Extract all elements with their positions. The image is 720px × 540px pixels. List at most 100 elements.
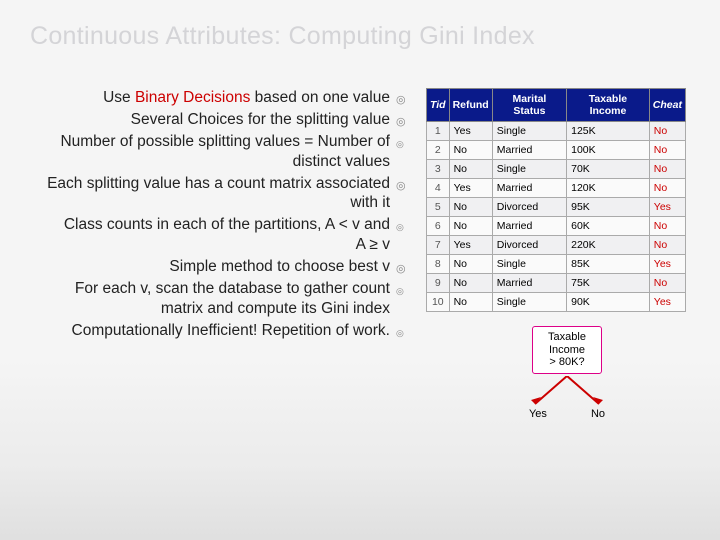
main-bullet-icon: ◎ bbox=[396, 110, 418, 130]
table-cell: No bbox=[649, 160, 685, 179]
table-cell: 125K bbox=[567, 122, 650, 141]
table-cell: 8 bbox=[427, 255, 450, 274]
sub-bullet-icon: ◎ bbox=[396, 132, 418, 172]
table-cell: 100K bbox=[567, 141, 650, 160]
bullet-item: Use Binary Decisions based on one value◎ bbox=[28, 88, 418, 108]
table-cell: Married bbox=[492, 217, 566, 236]
table-cell: No bbox=[449, 274, 492, 293]
table-cell: 85K bbox=[567, 255, 650, 274]
table-header: Taxable Income bbox=[567, 89, 650, 122]
table-cell: Yes bbox=[449, 179, 492, 198]
bullet-text: Simple method to choose best v bbox=[28, 257, 396, 277]
decision-line1: Taxable bbox=[535, 331, 599, 344]
table-header: Refund bbox=[449, 89, 492, 122]
table-cell: No bbox=[649, 141, 685, 160]
table-cell: No bbox=[449, 141, 492, 160]
table-row: 4YesMarried120KNo bbox=[427, 179, 686, 198]
table-cell: Married bbox=[492, 179, 566, 198]
table-row: 8NoSingle85KYes bbox=[427, 255, 686, 274]
table-cell: 4 bbox=[427, 179, 450, 198]
table-cell: Yes bbox=[449, 236, 492, 255]
table-cell: 90K bbox=[567, 293, 650, 312]
table-row: 6NoMarried60KNo bbox=[427, 217, 686, 236]
table-row: 3NoSingle70KNo bbox=[427, 160, 686, 179]
table-cell: No bbox=[649, 236, 685, 255]
table-cell: 9 bbox=[427, 274, 450, 293]
bullet-item: Each splitting value has a count matrix … bbox=[28, 174, 418, 214]
table-cell: 75K bbox=[567, 274, 650, 293]
table-cell: 2 bbox=[427, 141, 450, 160]
bullet-text: Computationally Inefficient! Repetition … bbox=[58, 321, 396, 341]
bullet-item: Class counts in each of the partitions, … bbox=[28, 215, 418, 255]
table-cell: Single bbox=[492, 293, 566, 312]
table-row: 7YesDivorced220KNo bbox=[427, 236, 686, 255]
sub-bullet-icon: ◎ bbox=[396, 279, 418, 319]
table-cell: 1 bbox=[427, 122, 450, 141]
table-row: 2NoMarried100KNo bbox=[427, 141, 686, 160]
table-cell: No bbox=[449, 160, 492, 179]
bullet-item: Computationally Inefficient! Repetition … bbox=[28, 321, 418, 341]
bullet-item: Number of possible splitting values = Nu… bbox=[28, 132, 418, 172]
table-cell: 70K bbox=[567, 160, 650, 179]
slide-title: Continuous Attributes: Computing Gini In… bbox=[30, 22, 535, 51]
main-bullet-icon: ◎ bbox=[396, 257, 418, 277]
table-cell: Single bbox=[492, 255, 566, 274]
table-header: Marital Status bbox=[492, 89, 566, 122]
bullet-text: Class counts in each of the partitions, … bbox=[58, 215, 396, 255]
table-cell: No bbox=[449, 255, 492, 274]
table-row: 9NoMarried75KNo bbox=[427, 274, 686, 293]
data-table: TidRefundMarital StatusTaxable IncomeChe… bbox=[426, 88, 686, 312]
bullet-item: Several Choices for the splitting value◎ bbox=[28, 110, 418, 130]
table-cell: 6 bbox=[427, 217, 450, 236]
bullet-text: Number of possible splitting values = Nu… bbox=[58, 132, 396, 172]
decision-outcomes: Yes No bbox=[426, 408, 708, 420]
table-row: 5NoDivorced95KYes bbox=[427, 198, 686, 217]
table-cell: No bbox=[649, 217, 685, 236]
bullet-text: Use Binary Decisions based on one value bbox=[28, 88, 396, 108]
table-cell: Yes bbox=[649, 255, 685, 274]
slide-content: Use Binary Decisions based on one value◎… bbox=[0, 88, 720, 420]
table-cell: Divorced bbox=[492, 236, 566, 255]
bullet-text: For each v, scan the database to gather … bbox=[58, 279, 396, 319]
table-cell: 60K bbox=[567, 217, 650, 236]
table-row: 10NoSingle90KYes bbox=[427, 293, 686, 312]
table-cell: Yes bbox=[649, 198, 685, 217]
table-cell: Married bbox=[492, 274, 566, 293]
table-cell: 7 bbox=[427, 236, 450, 255]
table-row: 1YesSingle125KNo bbox=[427, 122, 686, 141]
table-cell: 10 bbox=[427, 293, 450, 312]
decision-arrows bbox=[426, 376, 708, 410]
outcome-no: No bbox=[591, 408, 605, 420]
main-bullet-icon: ◎ bbox=[396, 88, 418, 108]
main-bullet-icon: ◎ bbox=[396, 174, 418, 214]
table-cell: Married bbox=[492, 141, 566, 160]
table-cell: Yes bbox=[649, 293, 685, 312]
decision-line3: > 80K? bbox=[535, 356, 599, 369]
table-cell: Divorced bbox=[492, 198, 566, 217]
table-cell: No bbox=[649, 122, 685, 141]
bullet-text: Each splitting value has a count matrix … bbox=[28, 174, 396, 214]
table-header: Tid bbox=[427, 89, 450, 122]
table-cell: No bbox=[649, 274, 685, 293]
bullet-item: For each v, scan the database to gather … bbox=[28, 279, 418, 319]
sub-bullet-icon: ◎ bbox=[396, 321, 418, 341]
table-cell: Yes bbox=[449, 122, 492, 141]
table-cell: 95K bbox=[567, 198, 650, 217]
data-table-area: TidRefundMarital StatusTaxable IncomeChe… bbox=[418, 88, 708, 420]
bullet-list: Use Binary Decisions based on one value◎… bbox=[0, 88, 418, 420]
table-cell: Single bbox=[492, 122, 566, 141]
table-cell: 120K bbox=[567, 179, 650, 198]
outcome-yes: Yes bbox=[529, 408, 547, 420]
table-cell: No bbox=[649, 179, 685, 198]
table-cell: No bbox=[449, 198, 492, 217]
decision-node: Taxable Income > 80K? bbox=[532, 326, 602, 374]
table-cell: 3 bbox=[427, 160, 450, 179]
decision-line2: Income bbox=[535, 344, 599, 357]
bullet-item: Simple method to choose best v◎ bbox=[28, 257, 418, 277]
table-cell: No bbox=[449, 293, 492, 312]
table-cell: 5 bbox=[427, 198, 450, 217]
table-header: Cheat bbox=[649, 89, 685, 122]
sub-bullet-icon: ◎ bbox=[396, 215, 418, 255]
table-cell: 220K bbox=[567, 236, 650, 255]
table-cell: Single bbox=[492, 160, 566, 179]
